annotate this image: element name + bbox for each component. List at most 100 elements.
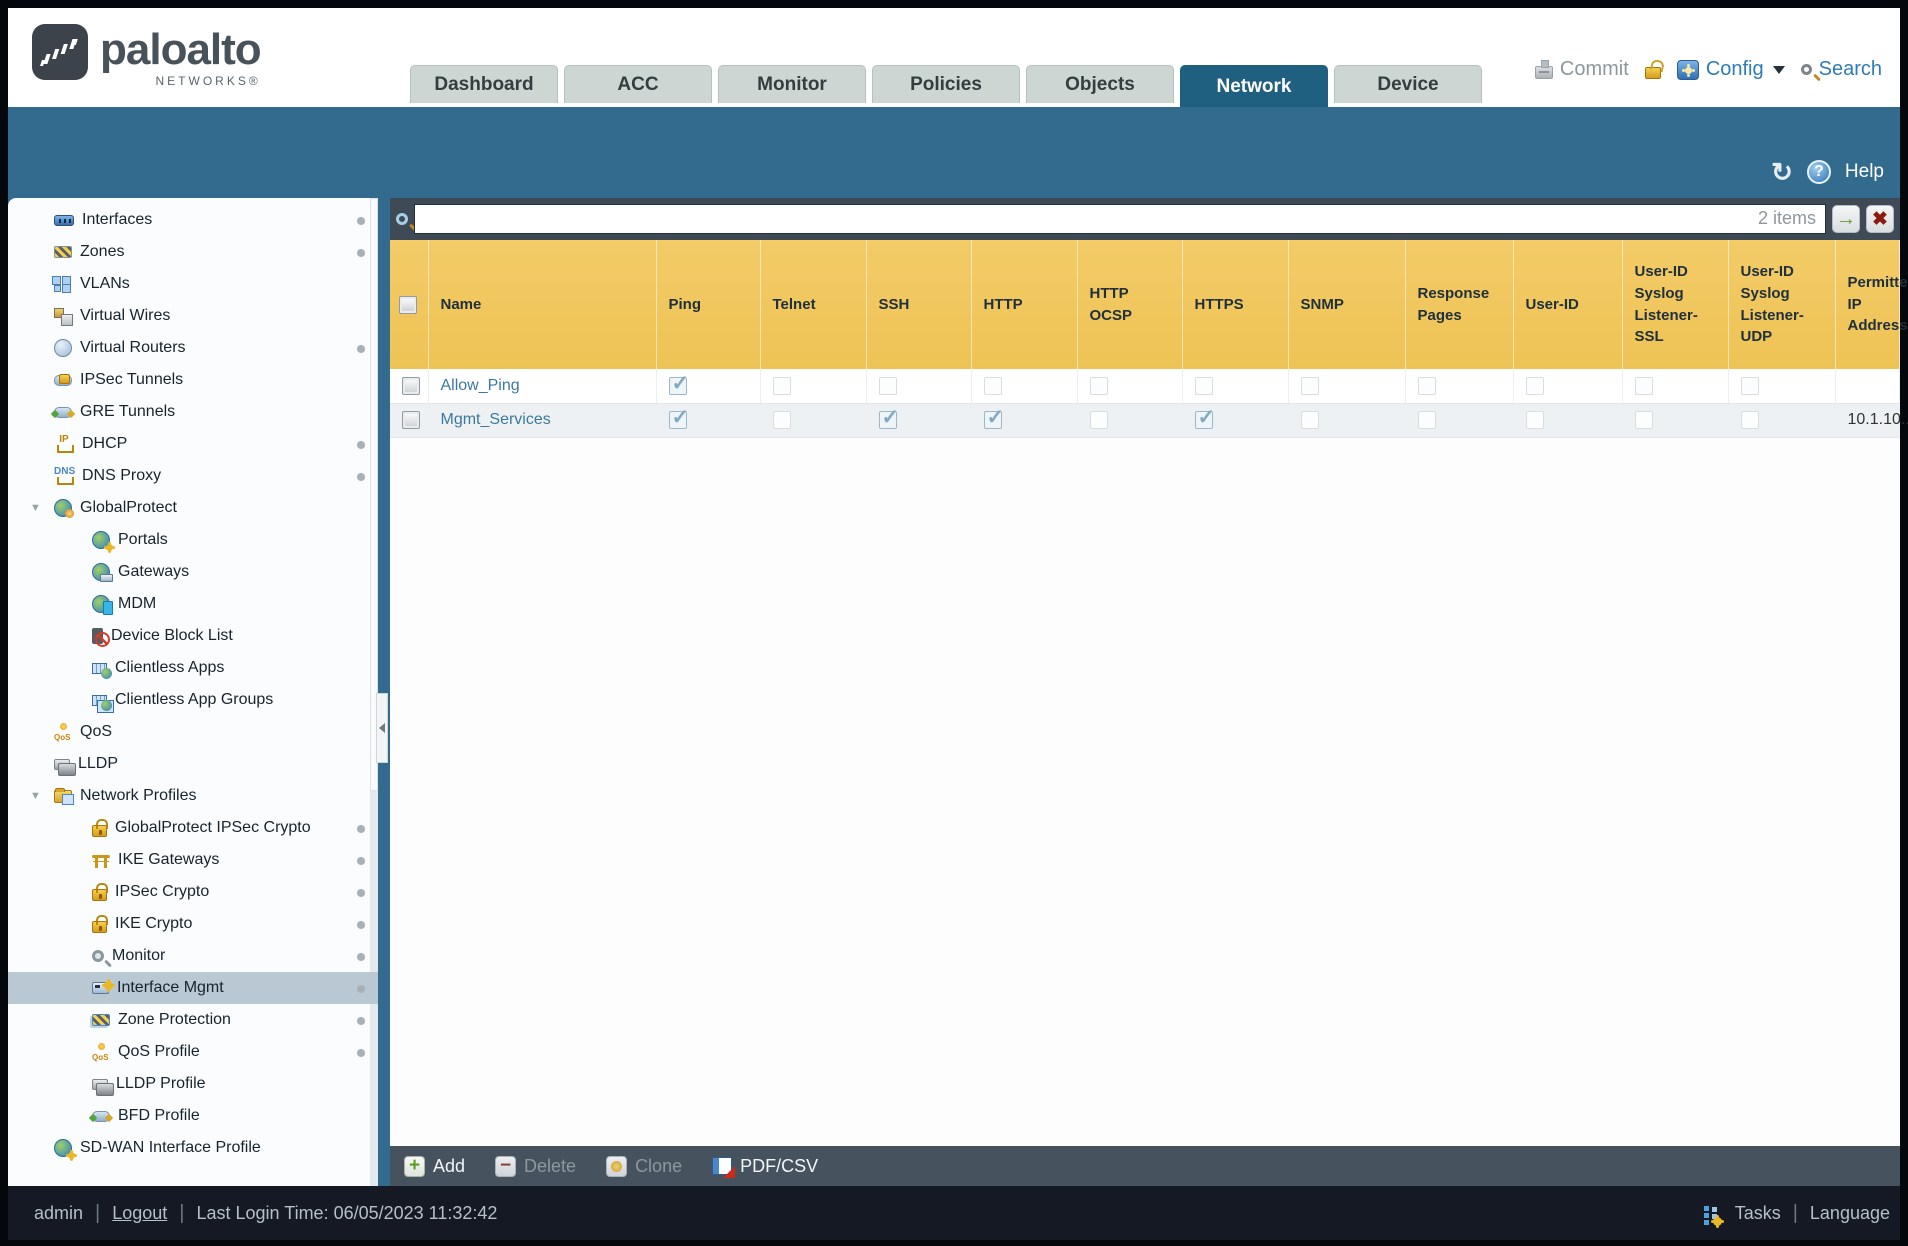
sidebar-item-dhcp[interactable]: IP DHCP: [8, 428, 378, 460]
apply-filter-button[interactable]: →: [1832, 205, 1860, 233]
top-header: paloalto NETWORKS® Dashboard ACC Monitor Po…: [8, 8, 1900, 107]
delete-button: − Delete: [495, 1155, 576, 1177]
sidebar-item-qos-profile[interactable]: QoS Profile: [8, 1036, 378, 1068]
column-header-name[interactable]: Name: [428, 240, 657, 369]
sidebar-item-interface-mgmt[interactable]: Interface Mgmt: [8, 972, 378, 1004]
sidebar-item-gre-tunnels[interactable]: GRE Tunnels: [8, 396, 378, 428]
lock-icon[interactable]: [1644, 67, 1661, 79]
sidebar-item-gateways[interactable]: Gateways: [8, 556, 378, 588]
sidebar-item-label: MDM: [118, 595, 157, 612]
help-icon[interactable]: ?: [1806, 160, 1831, 184]
column-header-http[interactable]: HTTP: [971, 240, 1078, 369]
sidebar-item-virtual-routers[interactable]: Virtual Routers: [8, 332, 378, 364]
row-checkbox[interactable]: [402, 410, 420, 429]
sidebar-item-sd-wan-interface-profile[interactable]: SD-WAN Interface Profile: [8, 1132, 378, 1164]
sidebar-item-ipsec-tunnels[interactable]: IPSec Tunnels: [8, 364, 378, 396]
permitted-ip-cell: 10.1.10...: [1835, 403, 1908, 438]
sidebar-item-device-block-list[interactable]: Device Block List: [8, 620, 378, 652]
sidebar-item-ipsec-crypto[interactable]: IPSec Crypto: [8, 876, 378, 908]
column-header-http-ocsp[interactable]: HTTP OCSP: [1077, 240, 1183, 369]
sidebar-item-portals[interactable]: Portals: [8, 524, 378, 556]
logout-link[interactable]: Logout: [112, 1203, 167, 1224]
filter-input[interactable]: [414, 204, 1826, 234]
expand-arrow-icon[interactable]: ▼: [30, 790, 41, 802]
http-ocsp-unchecked-icon: [1089, 376, 1108, 395]
virtual-routers-icon: [54, 339, 72, 357]
sidebar-item-lldp[interactable]: LLDP: [8, 748, 378, 780]
config-menu-button[interactable]: Config: [1676, 58, 1785, 81]
commit-button[interactable]: Commit: [1534, 58, 1629, 81]
item-dot: [357, 1049, 365, 1057]
chevron-down-icon: [1772, 65, 1785, 74]
response-pages-unchecked-icon: [1417, 410, 1436, 429]
column-header-snmp[interactable]: SNMP: [1288, 240, 1406, 369]
sidebar-item-label: Device Block List: [111, 627, 233, 644]
sidebar-item-clientless-app-groups[interactable]: Clientless App Groups: [8, 684, 378, 716]
item-dot: [357, 1017, 365, 1025]
sidebar-item-vlans[interactable]: VLANs: [8, 268, 378, 300]
sidebar-item-monitor[interactable]: Monitor: [8, 940, 378, 972]
tab-device[interactable]: Device: [1334, 65, 1482, 103]
tab-objects[interactable]: Objects: [1026, 65, 1174, 103]
tab-acc[interactable]: ACC: [564, 65, 712, 103]
sidebar-item-label: Monitor: [112, 947, 166, 964]
sidebar-item-globalprotect[interactable]: ▼ GlobalProtect: [8, 492, 378, 524]
column-header-user-id-syslog-listener-udp[interactable]: User-ID Syslog Listener-UDP: [1728, 240, 1836, 369]
sidebar-collapse-handle[interactable]: [376, 693, 388, 763]
add-button[interactable]: + Add: [404, 1155, 465, 1177]
help-label[interactable]: Help: [1845, 161, 1884, 183]
virtual-wires-icon: [54, 308, 73, 326]
http-ocsp-unchecked-icon: [1089, 410, 1108, 429]
clear-filter-button[interactable]: ✖: [1866, 205, 1894, 233]
item-dot: [357, 857, 365, 865]
row-checkbox[interactable]: [402, 376, 420, 395]
column-header-user-id-syslog-listener-ssl[interactable]: User-ID Syslog Listener-SSL: [1622, 240, 1729, 369]
sidebar-item-virtual-wires[interactable]: Virtual Wires: [8, 300, 378, 332]
tab-policies[interactable]: Policies: [872, 65, 1020, 103]
sidebar-item-network-profiles[interactable]: ▼ Network Profiles: [8, 780, 378, 812]
column-header-https[interactable]: HTTPS: [1182, 240, 1289, 369]
profile-name-link[interactable]: Mgmt_Services: [441, 411, 551, 428]
column-header-user-id[interactable]: User-ID: [1513, 240, 1623, 369]
sidebar-item-label: Virtual Wires: [80, 307, 171, 324]
uid-syslog-udp-unchecked-icon: [1740, 410, 1759, 429]
column-header-response-pages[interactable]: Response Pages: [1405, 240, 1514, 369]
tasks-button[interactable]: Tasks: [1735, 1203, 1781, 1224]
global-search-button[interactable]: Search: [1800, 58, 1882, 81]
column-header-permitted-ip-address[interactable]: Permitted IP Address...: [1835, 240, 1908, 369]
item-dot: [357, 889, 365, 897]
select-all-header: [390, 240, 429, 369]
column-header-ssh[interactable]: SSH: [866, 240, 972, 369]
select-all-checkbox[interactable]: [399, 295, 417, 314]
expand-arrow-icon[interactable]: ▼: [30, 502, 41, 514]
sidebar-item-qos[interactable]: QoS: [8, 716, 378, 748]
sidebar-item-bfd-profile[interactable]: BFD Profile: [8, 1100, 378, 1132]
tab-dashboard[interactable]: Dashboard: [410, 65, 558, 103]
refresh-icon[interactable]: ↻: [1771, 159, 1793, 185]
panel-gap: [376, 198, 390, 1186]
sidebar-item-label: IPSec Crypto: [115, 883, 210, 900]
tab-network[interactable]: Network: [1180, 65, 1328, 107]
ipsec-crypto-icon: [92, 882, 108, 901]
pdf-csv-button[interactable]: PDF/CSV: [712, 1156, 818, 1178]
profile-name-link[interactable]: Allow_Ping: [441, 377, 520, 394]
clientless-apps-icon: [92, 662, 112, 679]
sidebar-item-lldp-profile[interactable]: LLDP Profile: [8, 1068, 378, 1100]
column-header-telnet[interactable]: Telnet: [760, 240, 867, 369]
filter-search-icon: [396, 213, 408, 225]
sidebar-item-interfaces[interactable]: Interfaces: [8, 204, 378, 236]
sidebar-item-mdm[interactable]: MDM: [8, 588, 378, 620]
sidebar-item-zones[interactable]: Zones: [8, 236, 378, 268]
sidebar-item-ike-crypto[interactable]: IKE Crypto: [8, 908, 378, 940]
sidebar-item-clientless-apps[interactable]: Clientless Apps: [8, 652, 378, 684]
sidebar-item-globalprotect-ipsec-crypto[interactable]: GlobalProtect IPSec Crypto: [8, 812, 378, 844]
column-header-ping[interactable]: Ping: [656, 240, 761, 369]
telnet-unchecked-icon: [772, 410, 791, 429]
sidebar-item-zone-protection[interactable]: Zone Protection: [8, 1004, 378, 1036]
sidebar-item-ike-gateways[interactable]: IKE Gateways: [8, 844, 378, 876]
table-row-mgmt-services: Mgmt_Services 10.1.10...: [390, 403, 1908, 438]
tab-monitor[interactable]: Monitor: [718, 65, 866, 103]
sidebar-item-dns-proxy[interactable]: DNS DNS Proxy: [8, 460, 378, 492]
language-button[interactable]: Language: [1810, 1203, 1890, 1224]
item-dot: [357, 953, 365, 961]
